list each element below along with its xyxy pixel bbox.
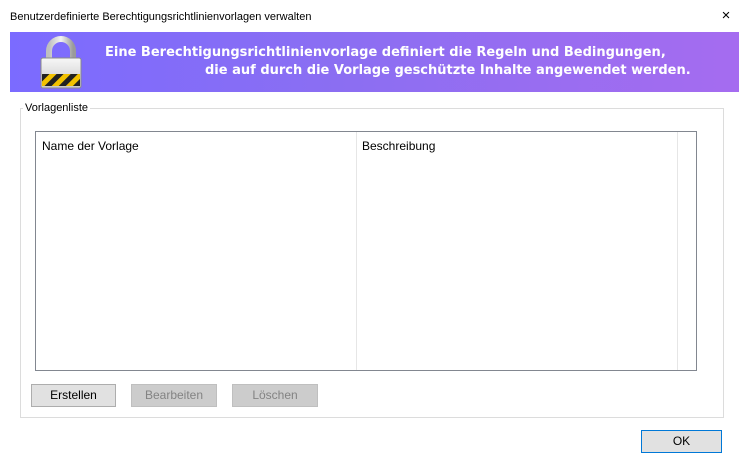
title-bar: Benutzerdefinierte Berechtigungsrichtlin… bbox=[0, 0, 739, 32]
window-title: Benutzerdefinierte Berechtigungsrichtlin… bbox=[10, 11, 312, 23]
info-banner: Eine Berechtigungsrichtlinienvorlage def… bbox=[10, 32, 739, 92]
column-separator[interactable] bbox=[356, 132, 357, 370]
template-list-view[interactable]: Name der Vorlage Beschreibung bbox=[35, 131, 697, 371]
padlock-icon bbox=[40, 36, 82, 89]
column-separator[interactable] bbox=[677, 132, 678, 370]
column-header-description[interactable]: Beschreibung bbox=[362, 139, 435, 153]
close-icon[interactable]: × bbox=[715, 6, 737, 26]
column-header-name[interactable]: Name der Vorlage bbox=[42, 139, 139, 153]
delete-button[interactable]: Löschen bbox=[232, 384, 318, 407]
ok-button[interactable]: OK bbox=[641, 430, 722, 453]
create-button[interactable]: Erstellen bbox=[31, 384, 116, 407]
banner-text-line2: die auf durch die Vorlage geschützte Inh… bbox=[205, 63, 691, 78]
banner-text-line1: Eine Berechtigungsrichtlinienvorlage def… bbox=[105, 45, 666, 60]
group-label: Vorlagenliste bbox=[23, 102, 90, 114]
edit-button[interactable]: Bearbeiten bbox=[131, 384, 217, 407]
